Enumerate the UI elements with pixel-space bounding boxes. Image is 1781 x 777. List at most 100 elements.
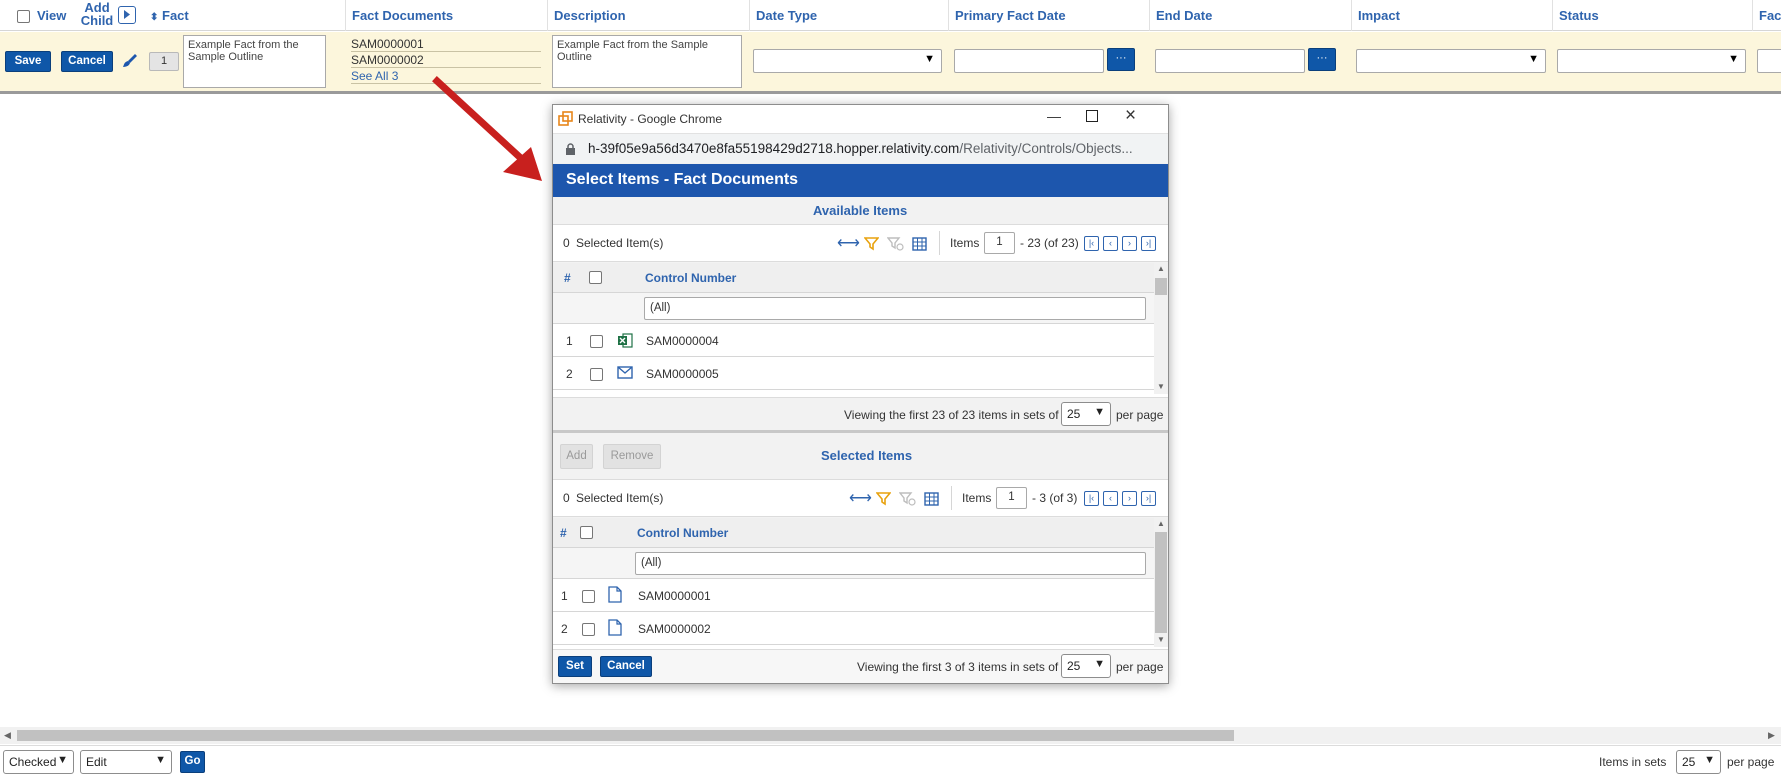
available-scrollbar[interactable]: ▲ ▼ [1154, 263, 1168, 394]
popup-cancel-button[interactable]: Cancel [600, 656, 652, 677]
items-label: Items [950, 236, 980, 250]
scroll-thumb[interactable] [1155, 278, 1167, 295]
horizontal-scrollbar[interactable]: ◀ ▶ [0, 727, 1781, 744]
scroll-down-icon[interactable]: ▼ [1157, 635, 1165, 644]
fit-columns-icon[interactable]: ⟷ [849, 488, 872, 508]
control-number-header[interactable]: Control Number [637, 526, 728, 540]
fact-document-link-2[interactable]: SAM0000002 [351, 53, 541, 68]
grid-view-icon[interactable] [924, 492, 939, 506]
mass-select-value: Checked [9, 755, 57, 769]
impact-select[interactable]: ▼ [1356, 49, 1546, 73]
end-date-picker-button[interactable]: ··· [1308, 48, 1336, 71]
url-host: h-39f05e9a56d3470e8fa55198429d2718.hoppe… [588, 141, 960, 156]
filter-icon[interactable] [864, 236, 879, 251]
scroll-thumb[interactable] [17, 730, 1234, 741]
last-page-icon[interactable]: ›| [1141, 236, 1156, 251]
per-page-select[interactable]: 25 ▼ [1061, 402, 1111, 426]
fact-textarea[interactable]: Example Fact from the Sample Outline [183, 35, 326, 88]
view-column-label[interactable]: View [37, 8, 66, 23]
table-row[interactable]: 2 SAM0000005 [553, 357, 1154, 390]
table-row[interactable]: 1 SAM0000001 [553, 579, 1154, 612]
header-fact[interactable]: ⬍ Fact [142, 0, 346, 31]
scroll-up-icon[interactable]: ▲ [1157, 264, 1165, 273]
close-icon[interactable]: × [1125, 105, 1136, 127]
description-textarea[interactable]: Example Fact from the Sample Outline [552, 35, 742, 88]
list-header-row: View Add Child ⬍ Fact Fact Documents Des… [0, 0, 1781, 31]
control-number-filter[interactable]: (All) [644, 297, 1146, 320]
first-page-icon[interactable]: |‹ [1084, 236, 1099, 251]
fact-extra-select[interactable] [1757, 49, 1781, 73]
first-page-icon[interactable]: |‹ [1084, 491, 1099, 506]
header-primary-fact-date[interactable]: Primary Fact Date [948, 0, 1150, 31]
sort-icon: ⬍ [150, 12, 159, 23]
mass-action-dropdown[interactable]: Edit ▼ [80, 750, 172, 774]
prev-page-icon[interactable]: ‹ [1103, 236, 1118, 251]
scroll-up-icon[interactable]: ▲ [1157, 519, 1165, 528]
header-status[interactable]: Status [1552, 0, 1753, 31]
end-date-input[interactable] [1155, 49, 1305, 73]
primary-fact-date-input[interactable] [954, 49, 1104, 73]
header-end-date[interactable]: End Date [1149, 0, 1351, 31]
cancel-button[interactable]: Cancel [61, 51, 113, 72]
remove-button[interactable]: Remove [603, 444, 661, 469]
address-bar[interactable]: h-39f05e9a56d3470e8fa55198429d2718.hoppe… [553, 133, 1168, 163]
chevron-down-icon: ▼ [57, 754, 68, 766]
header-date-type[interactable]: Date Type [749, 0, 950, 31]
page-number-input[interactable]: 1 [984, 232, 1015, 254]
selected-scrollbar[interactable]: ▲ ▼ [1154, 518, 1168, 647]
select-all-checkbox[interactable] [589, 271, 602, 284]
header-fact-truncated[interactable]: Fact [1752, 0, 1781, 31]
control-number-cell: SAM0000002 [638, 622, 711, 636]
row-checkbox[interactable] [590, 368, 603, 381]
header-description[interactable]: Description [547, 0, 749, 31]
mass-select-dropdown[interactable]: Checked ▼ [3, 750, 74, 774]
set-button[interactable]: Set [558, 656, 592, 677]
scroll-thumb[interactable] [1155, 532, 1167, 633]
fit-columns-icon[interactable]: ⟷ [837, 233, 860, 253]
clear-filter-icon[interactable] [887, 236, 904, 251]
date-type-select[interactable]: ▼ [753, 49, 942, 73]
row-checkbox[interactable] [590, 335, 603, 348]
filter-icon[interactable] [876, 491, 891, 506]
clear-filter-icon[interactable] [899, 491, 916, 506]
status-select[interactable]: ▼ [1557, 49, 1746, 73]
table-row[interactable]: 2 SAM0000002 [553, 612, 1154, 645]
header-fact-documents[interactable]: Fact Documents [345, 0, 547, 31]
scroll-down-icon[interactable]: ▼ [1157, 382, 1165, 391]
row-number: 2 [566, 367, 573, 381]
fact-document-link-1[interactable]: SAM0000001 [351, 37, 541, 52]
next-page-icon[interactable]: › [1122, 236, 1137, 251]
primary-date-picker-button[interactable]: ··· [1107, 48, 1135, 71]
save-button[interactable]: Save [5, 51, 51, 72]
chevron-down-icon: ▼ [1728, 53, 1739, 65]
bottom-per-page-select[interactable]: 25 ▼ [1676, 750, 1721, 774]
grid-filter-row: (All) [553, 293, 1154, 324]
grid-view-icon[interactable] [912, 237, 927, 251]
go-button[interactable]: Go [180, 751, 205, 773]
control-number-header[interactable]: Control Number [645, 271, 736, 285]
minimize-icon[interactable]: — [1047, 108, 1061, 124]
header-view-cell: View [0, 0, 72, 31]
header-impact[interactable]: Impact [1351, 0, 1553, 31]
next-page-icon[interactable]: › [1122, 491, 1137, 506]
expand-play-icon[interactable] [118, 6, 136, 24]
row-checkbox[interactable] [582, 623, 595, 636]
row-checkbox[interactable] [582, 590, 595, 603]
maximize-icon[interactable] [1086, 110, 1098, 122]
last-page-icon[interactable]: ›| [1141, 491, 1156, 506]
control-number-filter[interactable]: (All) [635, 552, 1146, 575]
add-child-header[interactable]: Add Child [72, 0, 118, 31]
scroll-right-icon[interactable]: ▶ [1768, 730, 1775, 741]
per-page-select[interactable]: 25 ▼ [1061, 654, 1111, 678]
selected-items-label: Selected Item(s) [576, 491, 664, 505]
brush-icon[interactable] [121, 52, 139, 70]
scroll-left-icon[interactable]: ◀ [4, 730, 11, 741]
select-all-checkbox[interactable] [17, 10, 30, 23]
select-all-checkbox[interactable] [580, 526, 593, 539]
selected-count: 0 [563, 236, 570, 250]
table-row[interactable]: 1 SAM0000004 [553, 324, 1154, 357]
page-number-input[interactable]: 1 [996, 487, 1027, 509]
add-button[interactable]: Add [560, 444, 593, 469]
per-page-label: per page [1116, 660, 1164, 674]
prev-page-icon[interactable]: ‹ [1103, 491, 1118, 506]
